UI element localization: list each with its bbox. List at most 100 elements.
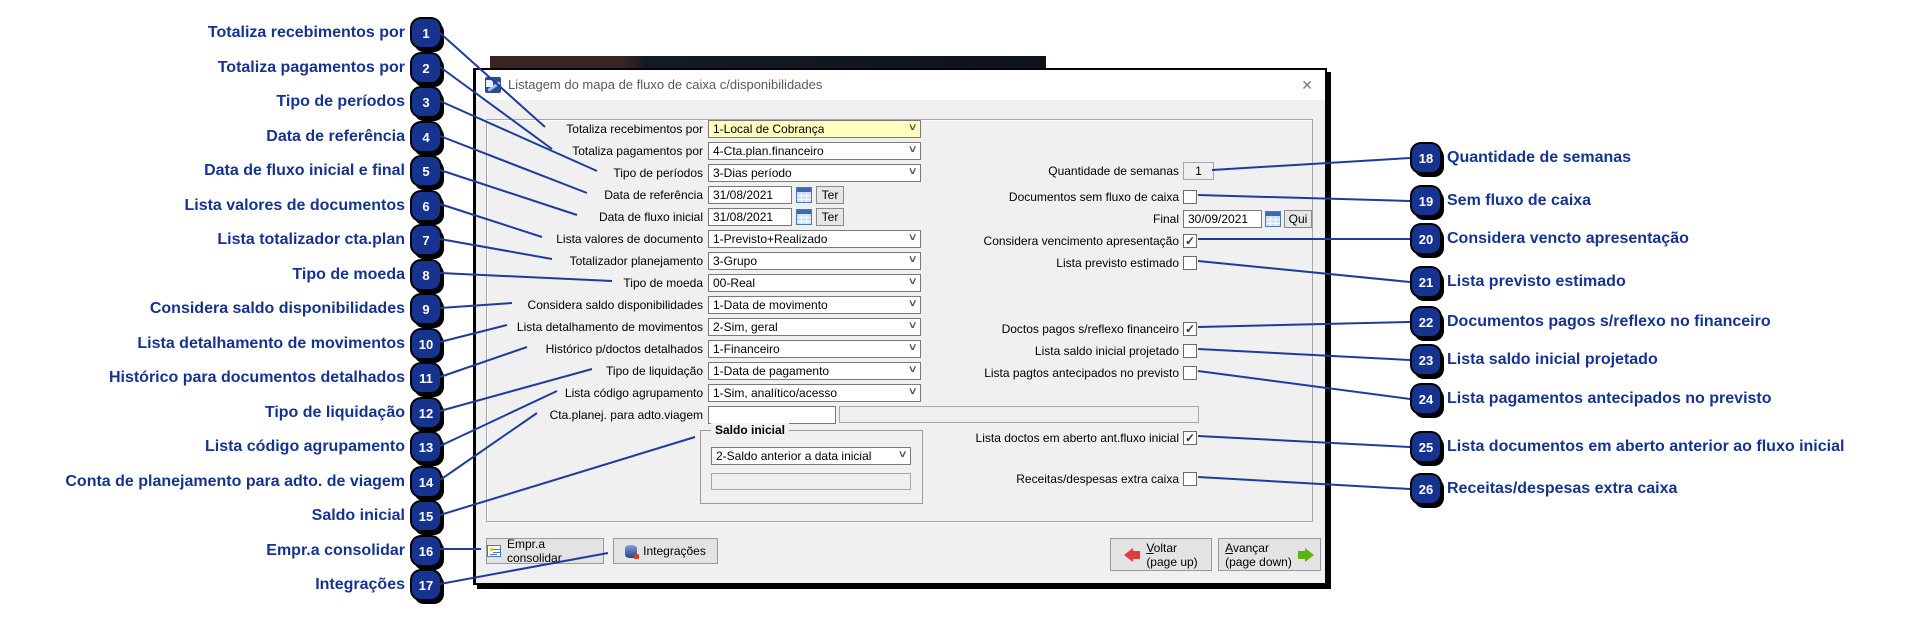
callout-badge: 19 [1412, 187, 1440, 215]
field-label: Considera saldo disponibilidades [527, 298, 703, 312]
callout-3: Tipo de períodos 3 [0, 86, 440, 118]
chevron-down-icon: ∨ [907, 276, 918, 287]
callout-badge: 11 [412, 364, 440, 392]
list-icon [487, 545, 501, 557]
callout-badge: 6 [412, 192, 440, 220]
callout-14: Conta de planejamento para adto. de viag… [0, 466, 440, 498]
chevron-down-icon: ∨ [907, 144, 918, 155]
callout-badge: 26 [1412, 475, 1440, 503]
cta-planej-descricao-field [839, 406, 1199, 423]
callout-badge: 10 [412, 330, 440, 358]
callout-badge: 1 [412, 19, 440, 47]
sem-fluxo-checkbox[interactable] [1183, 190, 1197, 204]
callout-8: Tipo de moeda 8 [0, 259, 440, 291]
callout-badge: 14 [412, 468, 440, 496]
chevron-down-icon: ∨ [907, 386, 918, 397]
callout-26: 26 Receitas/despesas extra caixa [1412, 473, 1677, 505]
tipo-moeda-select[interactable]: 00-Real ∨ [708, 274, 921, 292]
field-label: Lista código agrupamento [564, 386, 703, 400]
callout-20: 20 Considera vencto apresentação [1412, 223, 1689, 255]
considera-saldo-select[interactable]: 1-Data de movimento ∨ [708, 296, 921, 314]
field-label: Lista doctos em aberto ant.fluxo inicial [975, 431, 1179, 445]
field-label: Lista saldo inicial projetado [1034, 344, 1179, 358]
green-right-arrow-icon [1297, 547, 1314, 562]
callout-badge: 15 [412, 502, 440, 530]
title-bar: Listagem do mapa de fluxo de caixa c/dis… [476, 70, 1325, 100]
quantidade-semanas-field: 1 [1183, 162, 1214, 180]
empresa-consolidar-button[interactable]: Empr.a consolidar [486, 537, 604, 565]
chevron-down-icon: ∨ [907, 298, 918, 309]
callout-6: Lista valores de documentos 6 [0, 190, 440, 222]
considera-vencimento-checkbox[interactable]: ✓ [1183, 234, 1197, 248]
callout-19: 19 Sem fluxo de caixa [1412, 185, 1591, 217]
field-label: Receitas/despesas extra caixa [1016, 472, 1179, 486]
database-icon [625, 544, 640, 559]
callout-badge: 17 [412, 571, 440, 599]
callout-18: 18 Quantidade de semanas [1412, 142, 1631, 174]
pagtos-antecipados-checkbox[interactable] [1183, 366, 1197, 380]
chevron-down-icon: ∨ [907, 122, 918, 133]
callout-badge: 22 [1412, 308, 1440, 336]
callout-5: Data de fluxo inicial e final 5 [0, 155, 440, 187]
callout-badge: 18 [1412, 144, 1440, 172]
dialog-listagem-fluxo-caixa: Listagem do mapa de fluxo de caixa c/dis… [473, 68, 1327, 585]
field-label: Documentos sem fluxo de caixa [1008, 190, 1179, 204]
lista-codigo-agrupamento-select[interactable]: 1-Sim, analítico/acesso ∨ [708, 384, 921, 402]
callout-13: Lista código agrupamento 13 [0, 431, 440, 463]
avancar-button[interactable]: Avançar (page down) [1218, 538, 1321, 571]
field-label: Quantidade de semanas [1048, 164, 1179, 178]
totaliza-pagamentos-select[interactable]: 4-Cta.plan.financeiro ∨ [708, 142, 921, 160]
callout-17: Integrações 17 [0, 569, 440, 601]
callout-15: Saldo inicial 15 [0, 500, 440, 532]
lista-previsto-checkbox[interactable] [1183, 256, 1197, 270]
integracoes-button[interactable]: Integrações [613, 538, 718, 564]
calendar-icon[interactable] [1265, 211, 1281, 227]
red-left-arrow-icon [1124, 547, 1141, 562]
field-label: Totaliza pagamentos por [572, 144, 703, 158]
callout-badge: 24 [1412, 385, 1440, 413]
callout-badge: 7 [412, 226, 440, 254]
data-final-input[interactable]: 30/09/2021 [1183, 210, 1262, 228]
doctos-pagos-checkbox[interactable]: ✓ [1183, 322, 1197, 336]
weekday-button[interactable]: Qui [1284, 210, 1312, 228]
field-label: Final [1152, 212, 1179, 226]
callout-10: Lista detalhamento de movimentos 10 [0, 328, 440, 360]
callout-badge: 23 [1412, 346, 1440, 374]
doctos-aberto-checkbox[interactable]: ✓ [1183, 431, 1197, 445]
field-label: Lista pagtos antecipados no previsto [984, 366, 1179, 380]
callout-9: Considera saldo disponibilidades 9 [0, 293, 440, 325]
field-label: Lista previsto estimado [1056, 256, 1179, 270]
chevron-down-icon: ∨ [897, 449, 908, 460]
callout-11: Histórico para documentos detalhados 11 [0, 362, 440, 394]
callout-4: Data de referência 4 [0, 121, 440, 153]
callout-badge: 2 [412, 54, 440, 82]
callout-badge: 4 [412, 123, 440, 151]
callout-badge: 25 [1412, 433, 1440, 461]
callout-22: 22 Documentos pagos s/reflexo no financei… [1412, 306, 1771, 338]
field-label: Considera vencimento apresentação [983, 234, 1179, 248]
field-label: Cta.planej. para adto.viagem [549, 408, 703, 422]
dialog-title: Listagem do mapa de fluxo de caixa c/dis… [508, 77, 823, 92]
close-icon[interactable]: ✕ [1301, 77, 1313, 93]
voltar-button[interactable]: Voltar (page up) [1110, 538, 1212, 571]
cta-planej-adto-viagem-input[interactable] [708, 406, 836, 424]
saldo-inicial-select[interactable]: 2-Saldo anterior a data inicial ∨ [711, 447, 911, 465]
field-label: Tipo de moeda [623, 276, 703, 290]
screenshot-canvas: Listagem do mapa de fluxo de caixa c/dis… [0, 0, 1912, 635]
field-label: Doctos pagos s/reflexo financeiro [1001, 322, 1179, 336]
callout-badge: 3 [412, 88, 440, 116]
callout-24: 24 Lista pagamentos antecipados no previs… [1412, 383, 1772, 415]
callout-badge: 9 [412, 295, 440, 323]
callout-badge: 13 [412, 433, 440, 461]
callout-12: Tipo de liquidação 12 [0, 397, 440, 429]
saldo-projetado-checkbox[interactable] [1183, 344, 1197, 358]
callout-16: Empr.a consolidar 16 [0, 535, 440, 567]
callout-1: Totaliza recebimentos por 1 [0, 17, 440, 49]
callout-badge: 8 [412, 261, 440, 289]
callout-badge: 5 [412, 157, 440, 185]
callout-2: Totaliza pagamentos por 2 [0, 52, 440, 84]
callout-badge: 12 [412, 399, 440, 427]
receitas-extra-caixa-checkbox[interactable] [1183, 472, 1197, 486]
callout-badge: 16 [412, 537, 440, 565]
totaliza-recebimentos-select[interactable]: 1-Local de Cobrança ∨ [708, 120, 921, 138]
